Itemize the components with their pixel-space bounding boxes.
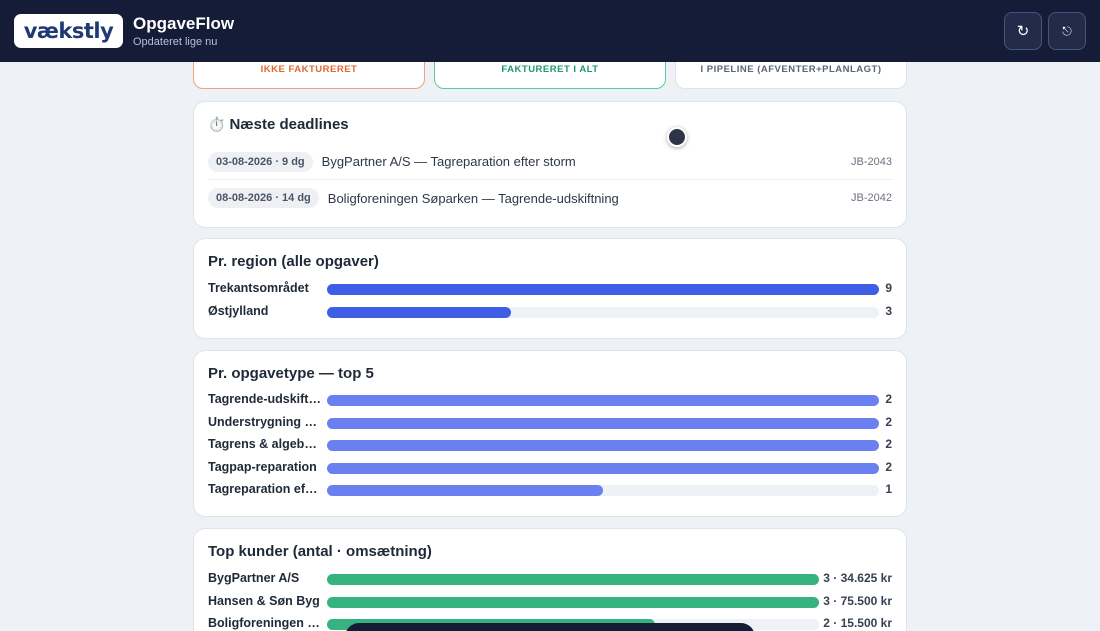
bar-fill: [327, 284, 879, 295]
bar-fill: [327, 574, 819, 585]
bar-value: 2: [885, 437, 892, 451]
region-card: Pr. region (alle opgaver) Trekantsområde…: [193, 238, 907, 339]
tasktype-bar-row[interactable]: Tagreparation efte… 1: [208, 481, 892, 499]
deadline-date-badge: 08-08-2026 · 14 dg: [208, 188, 319, 208]
tasktype-bar-row[interactable]: Tagrens & algebeh… 2: [208, 436, 892, 454]
tasktype-title: Pr. opgavetype — top 5: [208, 365, 374, 382]
stat-tile-label: IKKE FAKTURERET: [260, 64, 358, 75]
bar-value: 9: [885, 281, 892, 295]
deadlines-title-text: Næste deadlines: [229, 116, 349, 133]
customers-bar-row[interactable]: Hansen & Søn Byg 3 · 75.500 kr: [208, 593, 892, 611]
bar-fill: [327, 485, 603, 496]
bar-label: Tagrens & algebeh…: [208, 437, 321, 451]
bar-label: Østjylland: [208, 303, 269, 318]
bar-track: [327, 440, 879, 451]
bar-label: BygPartner A/S: [208, 571, 300, 585]
refresh-button[interactable]: ↻: [1004, 12, 1042, 50]
bar-fill: [327, 462, 879, 474]
deadlines-card: ⏱️ Næste deadlines 03-08-2026 · 9 dg BygP…: [193, 101, 907, 228]
customers-card: Top kunder (antal · omsætning) BygPartne…: [193, 528, 907, 631]
logout-icon: ⎋: [1062, 23, 1072, 38]
job-id: JB-2042: [851, 192, 892, 204]
tasktype-bar-row[interactable]: Tagpap-reparation 2: [208, 459, 892, 477]
bar-fill: [327, 440, 879, 451]
refresh-icon: ↻: [1016, 23, 1030, 40]
deadline-date-badge: 03-08-2026 · 9 dg: [208, 151, 313, 172]
last-updated-text: Opdateret lige nu: [133, 36, 218, 48]
stat-tile-label: I PIPELINE (AFVENTER+PLANLAGT): [700, 64, 882, 75]
bar-track: [327, 395, 879, 406]
bar-fill: [327, 417, 879, 429]
app-title: OpgaveFlow: [133, 14, 235, 33]
bar-label: Hansen & Søn Byg: [208, 593, 320, 608]
stopwatch-icon: ⏱️: [208, 116, 226, 132]
bar-track: [327, 574, 819, 585]
bar-label: Boligforeningen Sø…: [208, 616, 321, 630]
job-id: JB-2043: [851, 155, 892, 168]
deadline-row[interactable]: 08-08-2026 · 14 dg Boligforeningen Søpar…: [208, 180, 892, 216]
bar-track: [327, 417, 879, 429]
bar-fill: [327, 395, 879, 406]
logout-button[interactable]: ⎋: [1048, 12, 1086, 50]
region-bar-row[interactable]: Trekantsområdet 9: [208, 280, 892, 298]
deadline-text: BygPartner A/S — Tagreparation efter sto…: [321, 154, 576, 169]
bar-track: [327, 462, 879, 474]
bar-value: 2: [885, 414, 892, 429]
bar-fill: [327, 596, 819, 608]
bar-value: 3 · 34.625 kr: [823, 571, 892, 585]
brand-logo[interactable]: vækstly: [14, 14, 123, 48]
bar-value: 3: [885, 303, 892, 318]
customers-title: Top kunder (antal · omsætning): [208, 543, 432, 560]
region-title: Pr. region (alle opgaver): [208, 253, 379, 270]
bar-label: Tagreparation efte…: [208, 482, 321, 496]
tasktype-card: Pr. opgavetype — top 5 Tagrende-udskiftn…: [193, 350, 907, 517]
bar-label: Understrygning af …: [208, 414, 321, 429]
deadline-text: Boligforeningen Søparken — Tagrende-udsk…: [327, 190, 619, 206]
bar-fill: [327, 306, 511, 318]
deadline-row[interactable]: 03-08-2026 · 9 dg BygPartner A/S — Tagre…: [208, 144, 892, 180]
bar-value: 2 · 15.500 kr: [823, 616, 892, 630]
bottom-toast: [345, 623, 755, 631]
bar-track: [327, 485, 879, 496]
drag-handle[interactable]: [667, 127, 687, 147]
top-bar: vækstly OpgaveFlow Opdateret lige nu ↻ ⎋: [0, 0, 1100, 62]
region-bar-row[interactable]: Østjylland 3: [208, 303, 892, 321]
logo-text: vækstly: [23, 19, 114, 43]
bar-track: [327, 596, 819, 608]
tasktype-bar-row[interactable]: Tagrende-udskiftn… 2: [208, 391, 892, 409]
bar-value: 3 · 75.500 kr: [823, 593, 892, 608]
bar-value: 2: [885, 459, 892, 474]
deadlines-title: ⏱️ Næste deadlines: [208, 116, 349, 133]
bar-label: Trekantsområdet: [208, 281, 309, 295]
bar-label: Tagpap-reparation: [208, 459, 317, 474]
bar-track: [327, 306, 879, 318]
customers-bar-row[interactable]: BygPartner A/S 3 · 34.625 kr: [208, 570, 892, 588]
tasktype-bar-row[interactable]: Understrygning af … 2: [208, 414, 892, 432]
bar-label: Tagrende-udskiftn…: [208, 392, 321, 406]
bar-value: 1: [885, 482, 892, 496]
bar-value: 2: [885, 392, 892, 406]
stat-tile-label: FAKTURERET I ALT: [501, 64, 599, 75]
bar-track: [327, 284, 879, 295]
